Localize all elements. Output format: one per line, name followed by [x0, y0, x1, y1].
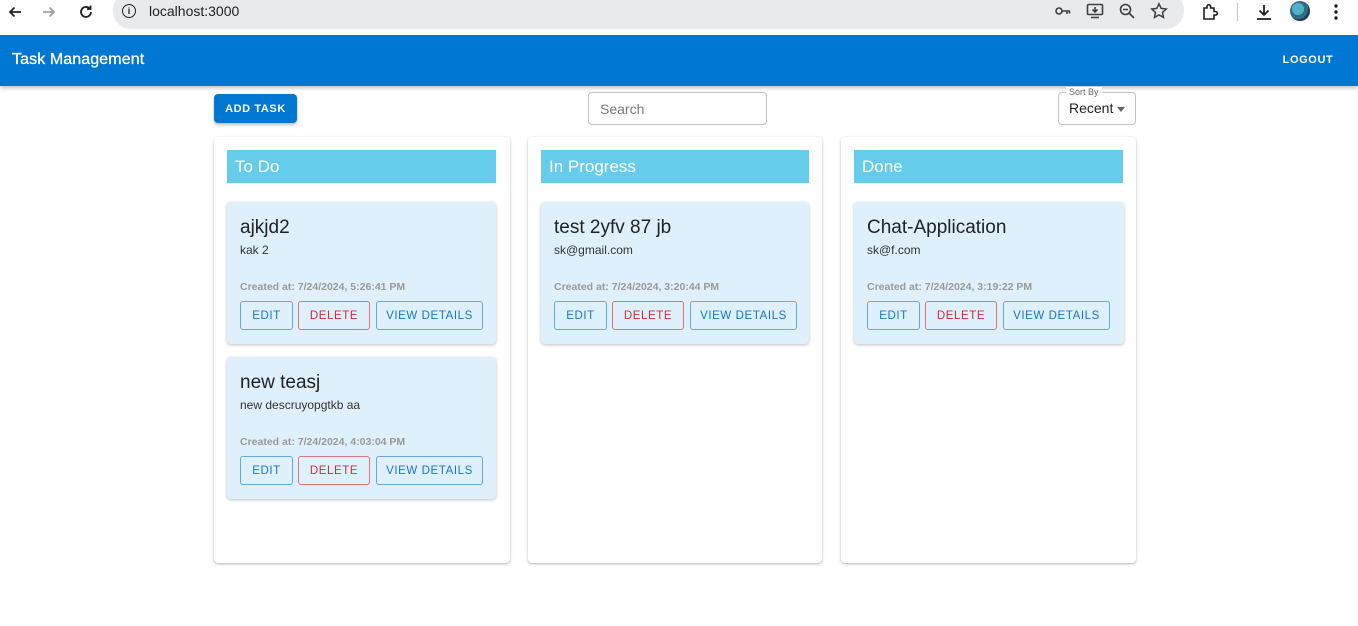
- extensions-icon[interactable]: [1199, 1, 1221, 23]
- dropdown-caret-icon: [1117, 107, 1125, 112]
- task-created-at: Created at: 7/24/2024, 3:20:44 PM: [554, 281, 720, 293]
- sort-by-label: Sort By: [1066, 87, 1102, 97]
- task-title: new teasj: [240, 372, 321, 393]
- task-description: new descruyopgtkb aa: [240, 398, 361, 412]
- app-bar: Task Management LOGOUT: [0, 35, 1358, 86]
- search-input[interactable]: [588, 92, 767, 125]
- task-description: sk@f.com: [867, 243, 921, 257]
- toolbar-divider: [1237, 3, 1238, 21]
- column-header: Done: [854, 150, 1123, 183]
- column-header: In Progress: [541, 150, 809, 183]
- task-description: sk@gmail.com: [554, 243, 633, 257]
- delete-button[interactable]: DELETE: [298, 301, 370, 330]
- app-title: Task Management: [12, 51, 145, 68]
- task-card: Chat-Application sk@f.com Created at: 7/…: [854, 202, 1124, 344]
- view-details-button[interactable]: VIEW DETAILS: [376, 301, 483, 330]
- edit-button[interactable]: EDIT: [240, 301, 293, 330]
- reload-icon[interactable]: [76, 2, 96, 22]
- delete-button[interactable]: DELETE: [612, 301, 684, 330]
- column-todo: To Do ajkjd2 kak 2 Created at: 7/24/2024…: [214, 137, 510, 563]
- task-created-at: Created at: 7/24/2024, 4:03:04 PM: [240, 436, 406, 448]
- browser-chrome: i localhost:3000: [0, 0, 1358, 35]
- task-created-at: Created at: 7/24/2024, 5:26:41 PM: [240, 281, 406, 293]
- delete-button[interactable]: DELETE: [925, 301, 997, 330]
- view-details-button[interactable]: VIEW DETAILS: [690, 301, 797, 330]
- view-details-button[interactable]: VIEW DETAILS: [1003, 301, 1110, 330]
- edit-button[interactable]: EDIT: [554, 301, 607, 330]
- column-done: Done Chat-Application sk@f.com Created a…: [841, 137, 1136, 563]
- zoom-icon[interactable]: [1117, 1, 1137, 21]
- task-created-at: Created at: 7/24/2024, 3:19:22 PM: [867, 281, 1033, 293]
- view-details-button[interactable]: VIEW DETAILS: [376, 456, 483, 485]
- site-info-icon[interactable]: i: [122, 4, 136, 18]
- column-in-progress: In Progress test 2yfv 87 jb sk@gmail.com…: [528, 137, 822, 563]
- task-card: new teasj new descruyopgtkb aa Created a…: [227, 357, 496, 499]
- task-title: test 2yfv 87 jb: [554, 217, 672, 238]
- forward-arrow-icon[interactable]: [39, 2, 59, 22]
- task-description: kak 2: [240, 243, 269, 257]
- url-text: localhost:3000: [149, 3, 240, 19]
- column-header: To Do: [227, 150, 496, 183]
- more-menu-icon[interactable]: [1325, 1, 1347, 23]
- edit-button[interactable]: EDIT: [240, 456, 293, 485]
- task-card: ajkjd2 kak 2 Created at: 7/24/2024, 5:26…: [227, 202, 496, 344]
- edit-button[interactable]: EDIT: [867, 301, 920, 330]
- address-bar[interactable]: i localhost:3000: [113, 0, 1184, 29]
- add-task-button[interactable]: ADD TASK: [214, 94, 297, 123]
- downloads-icon[interactable]: [1253, 1, 1275, 23]
- profile-avatar[interactable]: [1290, 1, 1310, 21]
- sort-by-value: Recent: [1069, 100, 1114, 116]
- install-app-icon[interactable]: [1085, 1, 1105, 21]
- delete-button[interactable]: DELETE: [298, 456, 370, 485]
- task-card: test 2yfv 87 jb sk@gmail.com Created at:…: [541, 202, 809, 344]
- key-icon[interactable]: [1053, 1, 1073, 21]
- task-title: ajkjd2: [240, 217, 290, 238]
- logout-button[interactable]: LOGOUT: [1270, 49, 1346, 71]
- task-title: Chat-Application: [867, 217, 1007, 238]
- bookmark-star-icon[interactable]: [1149, 1, 1169, 21]
- sort-by-select[interactable]: Sort By Recent: [1058, 87, 1136, 125]
- back-arrow-icon[interactable]: [5, 2, 25, 22]
